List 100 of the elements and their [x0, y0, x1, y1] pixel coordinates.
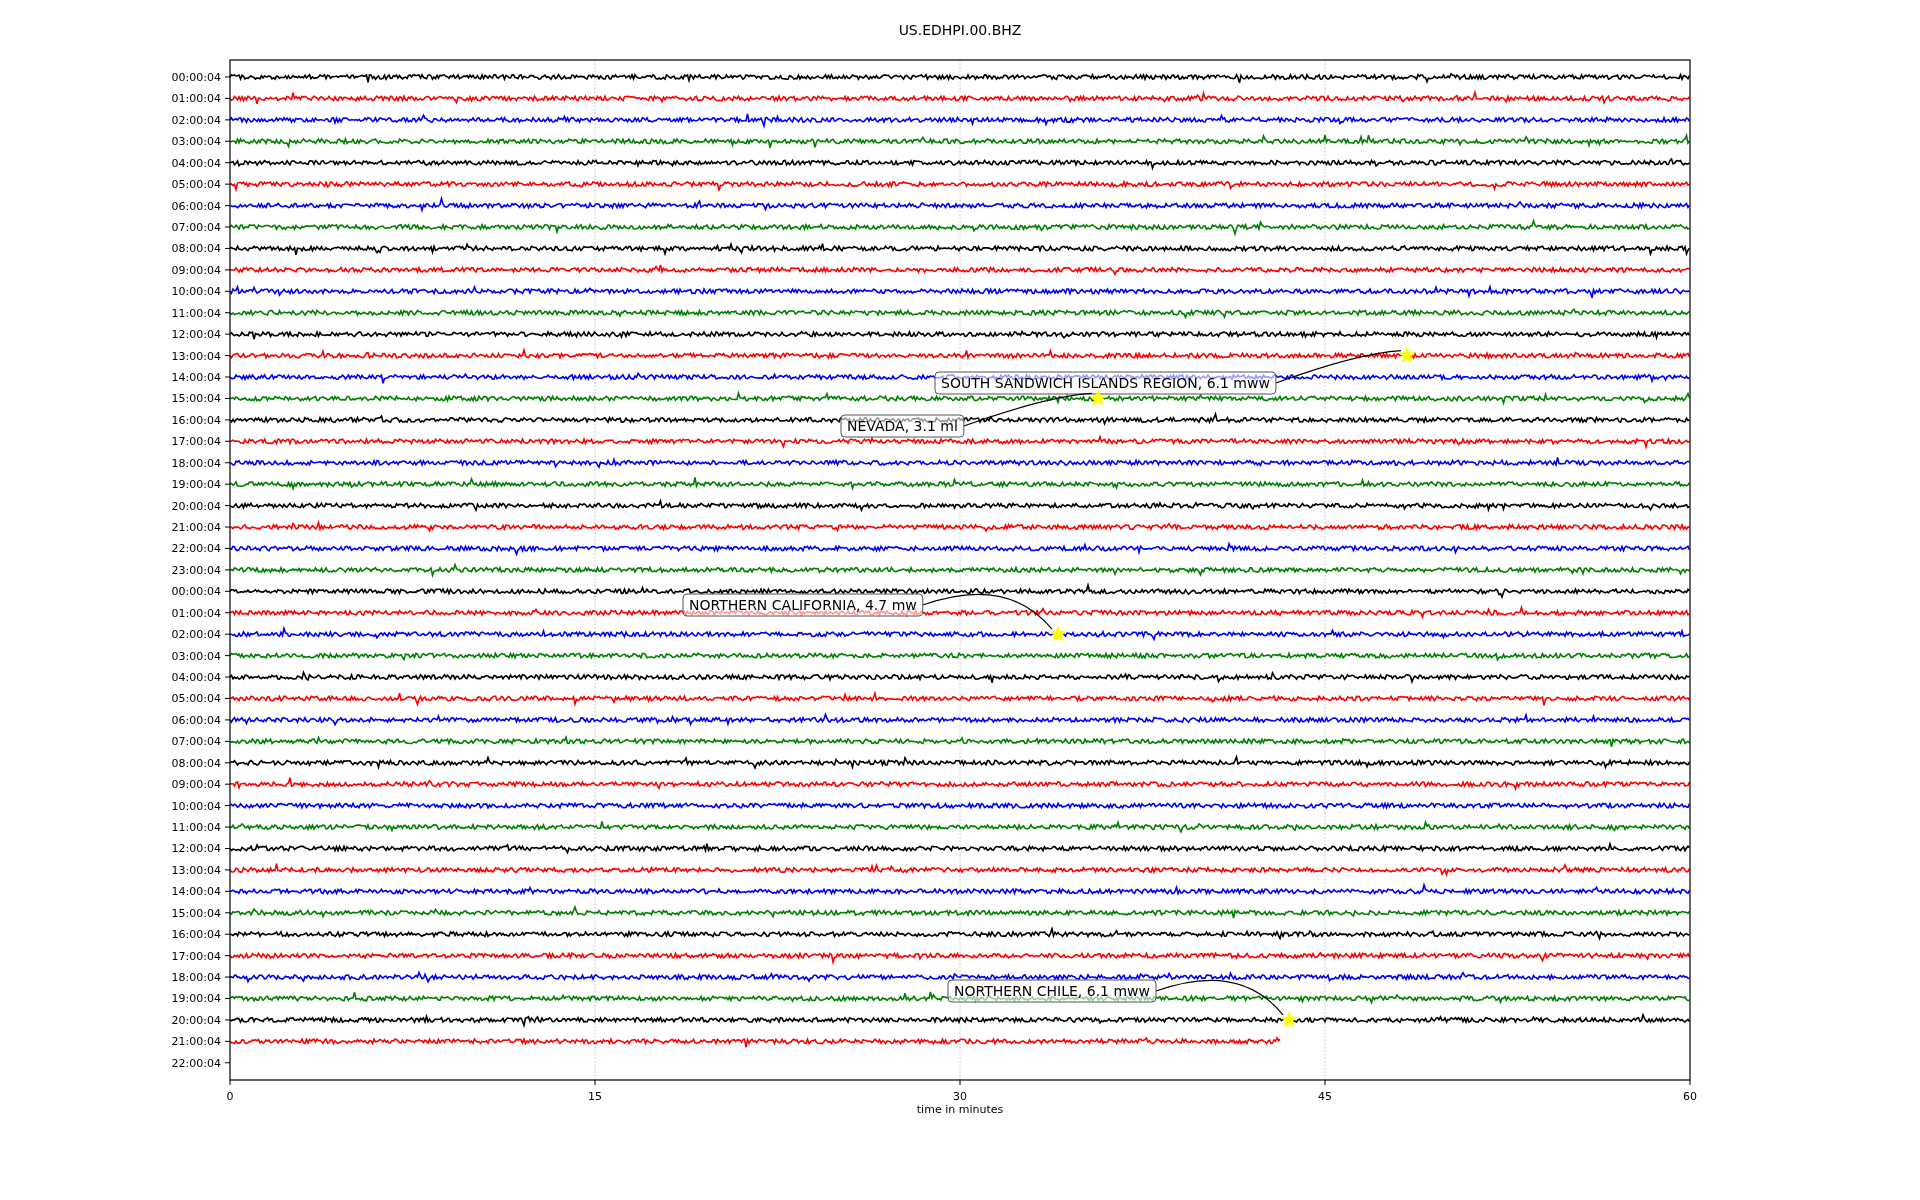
axis-tick-label: 05:00:04	[171, 692, 221, 706]
tick-mark	[224, 912, 231, 914]
axis-tick-label: 15:00:04	[171, 392, 221, 406]
tick-mark	[224, 955, 231, 957]
tick-mark	[224, 697, 231, 699]
tick-mark	[1324, 1079, 1326, 1086]
tick-mark	[224, 547, 231, 549]
tick-mark	[224, 612, 231, 614]
annotation-label: NORTHERN CALIFORNIA, 4.7 mw	[682, 593, 924, 617]
tick-mark	[224, 633, 231, 635]
tick-mark	[224, 269, 231, 271]
axis-tick-label: 01:00:04	[171, 92, 221, 106]
tick-mark	[224, 355, 231, 357]
tick-mark	[224, 162, 231, 164]
tick-mark	[224, 183, 231, 185]
axis-tick-label: 17:00:04	[171, 435, 221, 449]
star-icon	[1398, 346, 1416, 363]
axis-tick-label: 06:00:04	[171, 713, 221, 727]
tick-mark	[224, 826, 231, 828]
tick-mark	[224, 1040, 231, 1042]
tick-mark	[224, 676, 231, 678]
star-icon	[1089, 389, 1107, 406]
tick-mark	[224, 933, 231, 935]
axis-tick-label: 21:00:04	[171, 1035, 221, 1049]
axis-tick-label: 04:00:04	[171, 156, 221, 170]
tick-mark	[224, 419, 231, 421]
tick-mark	[224, 505, 231, 507]
tick-mark	[224, 76, 231, 78]
axis-tick-label: 23:00:04	[171, 563, 221, 577]
axis-tick-label: 18:00:04	[171, 971, 221, 985]
tick-mark	[224, 376, 231, 378]
axis-tick-label: 10:00:04	[171, 285, 221, 299]
axis-tick-label: 08:00:04	[171, 756, 221, 770]
tick-mark	[224, 1062, 231, 1064]
tick-mark	[224, 397, 231, 399]
axis-tick-label: 15:00:04	[171, 906, 221, 920]
axis-tick-label: 17:00:04	[171, 949, 221, 963]
axis-tick-label: 10:00:04	[171, 799, 221, 813]
tick-mark	[224, 483, 231, 485]
tick-mark	[224, 762, 231, 764]
tick-mark	[224, 998, 231, 999]
axis-tick-label: 13:00:04	[171, 863, 221, 877]
axis-tick-label: 60	[1683, 1090, 1697, 1103]
annotation-label: SOUTH SANDWICH ISLANDS REGION, 6.1 mww	[934, 371, 1277, 395]
axis-tick-label: 12:00:04	[171, 328, 221, 342]
tick-mark	[224, 226, 231, 228]
axis-tick-label: 16:00:04	[171, 413, 221, 427]
axis-tick-label: 05:00:04	[171, 178, 221, 192]
axis-tick-label: 03:00:04	[171, 135, 221, 149]
annotation-label: NEVADA, 3.1 ml	[840, 414, 965, 438]
axis-tick-label: 04:00:04	[171, 671, 221, 685]
tick-mark	[224, 140, 231, 142]
axis-tick-label: 18:00:04	[171, 456, 221, 470]
tick-mark	[224, 740, 231, 742]
axis-tick-label: 00:00:04	[171, 71, 221, 84]
tick-mark	[224, 290, 231, 292]
tick-mark	[224, 97, 231, 99]
axis-tick-label: 22:00:04	[171, 542, 221, 556]
tick-mark	[224, 333, 231, 335]
axis-label: time in minutes	[916, 1103, 1004, 1116]
star-icon	[1280, 1010, 1298, 1028]
tick-mark	[224, 312, 231, 314]
tick-mark	[224, 805, 231, 807]
tick-mark	[959, 1079, 961, 1086]
axis-tick-label: 16:00:04	[171, 928, 221, 942]
tick-mark	[224, 848, 231, 849]
axis-tick-label: 03:00:04	[171, 649, 221, 663]
tick-mark	[224, 869, 231, 871]
tick-mark	[224, 526, 231, 528]
axis-tick-label: 19:00:04	[171, 992, 221, 1006]
tick-mark	[594, 1079, 596, 1086]
axis-tick-label: 22:00:04	[171, 1056, 221, 1070]
axis-tick-label: 20:00:04	[171, 1013, 221, 1027]
axis-tick-label: 09:00:04	[171, 263, 221, 277]
axis-tick-label: 20:00:04	[171, 499, 221, 513]
axis-tick-label: 09:00:04	[171, 778, 221, 792]
tick-mark	[224, 655, 231, 657]
tick-mark	[224, 976, 231, 978]
axis-tick-label: 14:00:04	[171, 371, 221, 384]
axis-tick-label: 45	[1318, 1090, 1332, 1103]
tick-mark	[224, 247, 231, 249]
tick-mark	[224, 719, 231, 721]
axis-tick-label: 07:00:04	[171, 735, 221, 749]
star-icon	[1049, 625, 1067, 642]
tick-mark	[224, 440, 231, 442]
tick-mark	[224, 783, 231, 785]
axis-tick-label: 00:00:04	[171, 585, 221, 599]
axis-tick-label: 01:00:04	[171, 606, 221, 620]
axis-tick-label: 14:00:04	[171, 885, 221, 899]
axis-tick-label: 15	[588, 1090, 602, 1103]
axis-tick-label: 19:00:04	[171, 478, 221, 492]
tick-mark	[224, 205, 231, 207]
tick-mark	[1689, 1079, 1691, 1086]
chart-title: US.EDHPI.00.BHZ	[898, 22, 1022, 38]
axis-tick-label: 30	[953, 1090, 967, 1103]
axis-tick-label: 13:00:04	[171, 349, 221, 363]
tick-mark	[224, 1019, 231, 1021]
tick-mark	[224, 462, 231, 464]
axis-tick-label: 07:00:04	[171, 221, 221, 234]
tick-mark	[224, 119, 231, 121]
